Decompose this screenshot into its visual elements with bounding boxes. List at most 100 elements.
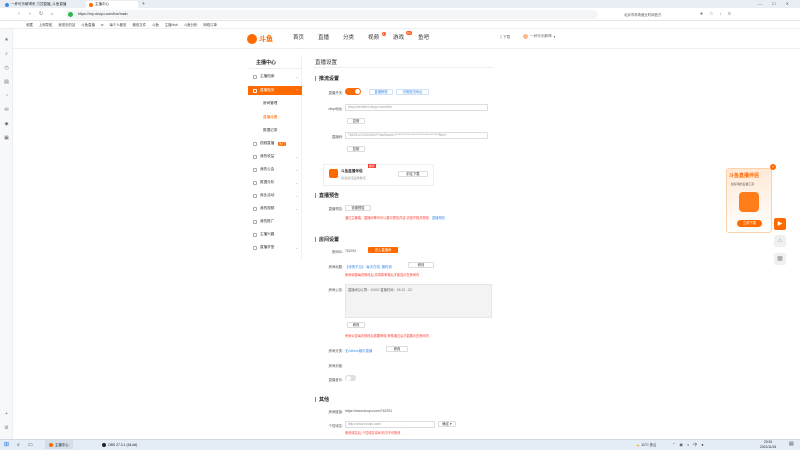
edit-notice-button[interactable]: 修改 (347, 322, 365, 328)
doc-icon[interactable]: ▣ (3, 135, 10, 142)
subitem-room-manage[interactable]: 房间管理 (263, 101, 277, 106)
bookmark-item[interactable]: 斗鱼分析 (184, 22, 198, 27)
close-icon[interactable]: ✕ (786, 1, 789, 6)
download-link[interactable]: ▯ 下载 (500, 35, 510, 40)
bookmark-item[interactable]: 微信文件 (132, 22, 146, 27)
subitem-live-settings[interactable]: 直播设置 (263, 115, 277, 120)
sidebar-item-guild[interactable]: 我的公会 ⌄ (248, 165, 302, 174)
bookmark-item[interactable]: 我常去的站 (58, 22, 75, 27)
switch-push-button[interactable]: 切换推流地址 (396, 89, 429, 95)
bookmark-item[interactable]: 网络订单 (203, 22, 217, 27)
companion-logo-icon (739, 192, 759, 212)
nav-live[interactable]: 直播 (318, 33, 329, 41)
chevron-down-icon: ⌄ (295, 167, 298, 172)
minimize-icon[interactable]: — (758, 1, 762, 6)
bookmark-item[interactable]: 上网导航 (39, 22, 53, 27)
clock[interactable]: 20:51 2021/11/24 (760, 440, 776, 449)
sidebar-item-business[interactable]: 商业活动 ⌄ (248, 191, 302, 200)
custom-domain-input[interactable]: http://www.douyu.com/ (345, 421, 435, 428)
chat-icon[interactable]: ◔ (3, 93, 10, 100)
tray-app-icon[interactable]: ● (701, 442, 703, 447)
home-icon[interactable]: ⌂ (49, 11, 55, 17)
task-view-icon[interactable]: ▭ (28, 440, 33, 449)
taskbar-app-browser[interactable]: 主播中心 (45, 440, 73, 449)
menu-icon[interactable]: ≡ (728, 11, 731, 17)
notice-rules-link[interactable]: 直播规则 (432, 215, 445, 220)
sidebar-item-income[interactable]: 我的收益 ⌄ (248, 152, 302, 161)
search-suggestion[interactable]: 北京市商场营业时间官方 (624, 12, 661, 17)
custom-domain-label: 个性域名: (328, 424, 343, 428)
notification-icon[interactable]: ▤ (789, 441, 794, 447)
set-notice-button[interactable]: 设置预告 (345, 205, 371, 211)
notice-label: 直播预告: (328, 207, 343, 211)
tutorial-button[interactable]: 直播教程 (369, 89, 393, 95)
browser-tab[interactable]: 一杯可乐解渴系 力顶直播_斗鱼直播 (2, 1, 82, 8)
add-icon[interactable]: + (3, 411, 10, 418)
tray-arrow-icon[interactable]: ⌃ (672, 442, 675, 447)
douyu-logo[interactable]: 斗鱼 (247, 32, 273, 46)
user-menu[interactable]: 一杯可乐解渴 ▾ (523, 34, 555, 39)
copy-rtmp-button[interactable]: 复制 (347, 118, 365, 124)
sidebar-item-data[interactable]: 数据分析 ⌄ (248, 178, 302, 187)
nav-video[interactable]: 视频 (368, 33, 379, 41)
start-button[interactable]: ⊞ (4, 440, 9, 449)
volume-icon[interactable]: ◖ (687, 442, 689, 447)
bookmark-item[interactable]: 收藏 (26, 22, 33, 27)
forward-icon[interactable]: › (27, 11, 33, 17)
floating-download-button[interactable]: 立即下载 (737, 220, 762, 227)
bookmark-item[interactable]: tv (101, 23, 104, 27)
settings-icon[interactable]: ⚙ (3, 425, 10, 432)
sidebar-item-profile[interactable]: 主播档案 ⌄ (248, 72, 302, 81)
confirm-domain-button[interactable]: 确定 ▾ (438, 421, 456, 427)
nav-home[interactable]: 首页 (293, 33, 304, 41)
nav-category[interactable]: 分类 (343, 33, 354, 41)
copy-code-button[interactable]: 复制 (347, 146, 365, 152)
history-icon[interactable]: ◷ (3, 65, 10, 72)
edit-title-button[interactable]: 修改 (408, 262, 434, 268)
taskbar-app-obs[interactable]: OBS 27.0.1 (64-bit) (98, 440, 141, 449)
sidebar-item-promo[interactable]: 我的推广 (248, 217, 302, 226)
game-icon[interactable]: ◆ (3, 121, 10, 128)
sidebar-item-video-live[interactable]: 视频直播 热门 (248, 139, 302, 148)
tab-label: 一杯可乐解渴系 力顶直播_斗鱼直播 (11, 2, 67, 6)
new-tab-button[interactable]: + (142, 1, 145, 7)
close-promo-icon[interactable]: × (770, 164, 776, 170)
companion-download-button[interactable]: 前往下载 (398, 171, 428, 177)
favorites-icon[interactable]: ★ (3, 37, 10, 44)
music-toggle[interactable] (345, 375, 356, 381)
mail-icon[interactable]: ✉ (3, 107, 10, 114)
browser-tab-active[interactable]: 主播中心 (86, 1, 138, 8)
maximize-icon[interactable]: ☐ (772, 1, 776, 6)
nav-fishbar[interactable]: 鱼吧 (418, 33, 429, 41)
refresh-icon[interactable]: ↻ (38, 11, 44, 17)
notes-icon[interactable]: ▤ (3, 79, 10, 86)
edit-category-button[interactable]: 修改 (386, 346, 408, 352)
network-icon[interactable]: ◉ (679, 442, 683, 447)
search-icon[interactable]: ⌕ (3, 51, 10, 58)
sidebar-item-live[interactable]: 直播相关 ⌃ (248, 86, 302, 95)
bookmark-item[interactable]: 斗鱼直播 (81, 22, 95, 27)
subitem-records[interactable]: 数据记录 (263, 128, 277, 133)
bookmark-item[interactable]: 斗鱼 (152, 22, 159, 27)
back-icon[interactable]: ‹ (16, 11, 22, 17)
enter-room-button[interactable]: 进入直播间 (368, 247, 398, 253)
live-switch-toggle[interactable] (345, 88, 361, 95)
stream-code-field[interactable]: 762291rCXOhN1DF?wsSecret=***************… (345, 132, 488, 139)
sidebar-item-school[interactable]: 直播学堂 ⌄ (248, 243, 302, 252)
download-icon[interactable]: ↓ (720, 11, 723, 17)
nav-game[interactable]: 游戏 (393, 33, 404, 41)
sidebar-item-interest[interactable]: 主播兴趣 (248, 230, 302, 239)
qr-code-icon[interactable]: ▦ (774, 253, 786, 265)
sidebar-item-videos[interactable]: 我的视频 ⌄ (248, 204, 302, 213)
search-taskbar-icon[interactable]: ⌕ (17, 440, 20, 449)
home-tool-icon[interactable]: ⌂ (774, 235, 786, 247)
extension-icon[interactable]: ● (700, 11, 703, 17)
url-input[interactable]: https://mp.douyu.com/live/main (66, 10, 598, 19)
weather[interactable]: ☁ 11°C 多云 (636, 440, 656, 449)
bookmark-item[interactable]: 主播Hub (165, 22, 178, 27)
ime-icon[interactable]: 中 (693, 442, 697, 448)
bookmark-item[interactable]: 每个人都说 (110, 22, 127, 27)
rtmp-address-field[interactable]: rtmp://sendtc3.douyu.com/live (345, 104, 488, 111)
star-icon[interactable]: ☆ (709, 11, 713, 17)
play-icon[interactable]: ▶ (774, 218, 786, 230)
